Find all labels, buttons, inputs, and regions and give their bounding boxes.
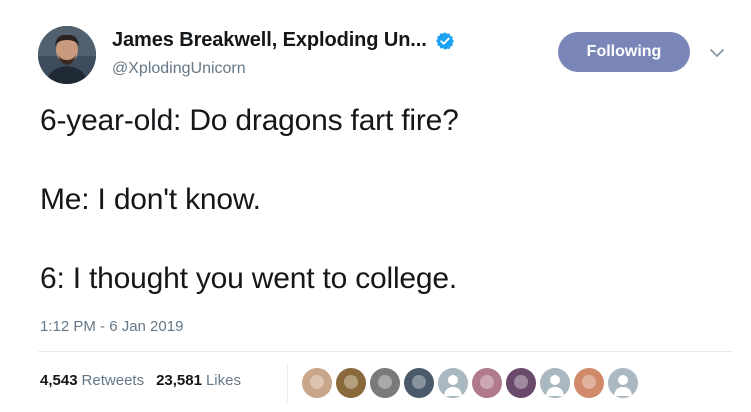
liker-avatar-2[interactable]	[336, 368, 366, 398]
tweet-text-line-2: Me: I don't know.	[40, 183, 261, 216]
tweet-card: James Breakwell, Exploding Un... @Xplodi…	[0, 0, 751, 412]
verified-badge-icon	[435, 31, 455, 51]
liker-avatar-10[interactable]	[608, 368, 638, 398]
retweets-stat[interactable]: 4,543 Retweets	[40, 372, 144, 389]
liker-avatar-5[interactable]	[438, 368, 468, 398]
retweets-label: Retweets	[81, 372, 145, 389]
following-button[interactable]: Following	[558, 32, 690, 72]
liker-avatar-3[interactable]	[370, 368, 400, 398]
author-avatar[interactable]	[38, 26, 96, 84]
liker-avatar-1[interactable]	[302, 368, 332, 398]
stats-separator	[287, 363, 288, 403]
author-display-name[interactable]: James Breakwell, Exploding Un...	[112, 29, 427, 52]
likes-count: 23,581	[156, 372, 202, 389]
tweet-timestamp[interactable]: 1:12 PM - 6 Jan 2019	[40, 318, 183, 335]
retweets-count: 4,543	[40, 372, 78, 389]
divider	[38, 351, 732, 352]
likes-stat[interactable]: 23,581 Likes	[156, 372, 241, 389]
tweet-stats: 4,543 Retweets 23,581 Likes	[40, 372, 241, 389]
liker-avatar-6[interactable]	[472, 368, 502, 398]
liker-avatars	[302, 368, 642, 398]
author-handle[interactable]: @XplodingUnicorn	[112, 60, 246, 78]
author-name-row[interactable]: James Breakwell, Exploding Un...	[112, 29, 455, 52]
liker-avatar-8[interactable]	[540, 368, 570, 398]
liker-avatar-4[interactable]	[404, 368, 434, 398]
likes-label: Likes	[205, 372, 241, 389]
liker-avatar-7[interactable]	[506, 368, 536, 398]
tweet-text-line-1: 6-year-old: Do dragons fart fire?	[40, 104, 459, 137]
chevron-down-icon[interactable]	[708, 44, 726, 62]
tweet-text-line-3: 6: I thought you went to college.	[40, 262, 458, 295]
liker-avatar-9[interactable]	[574, 368, 604, 398]
